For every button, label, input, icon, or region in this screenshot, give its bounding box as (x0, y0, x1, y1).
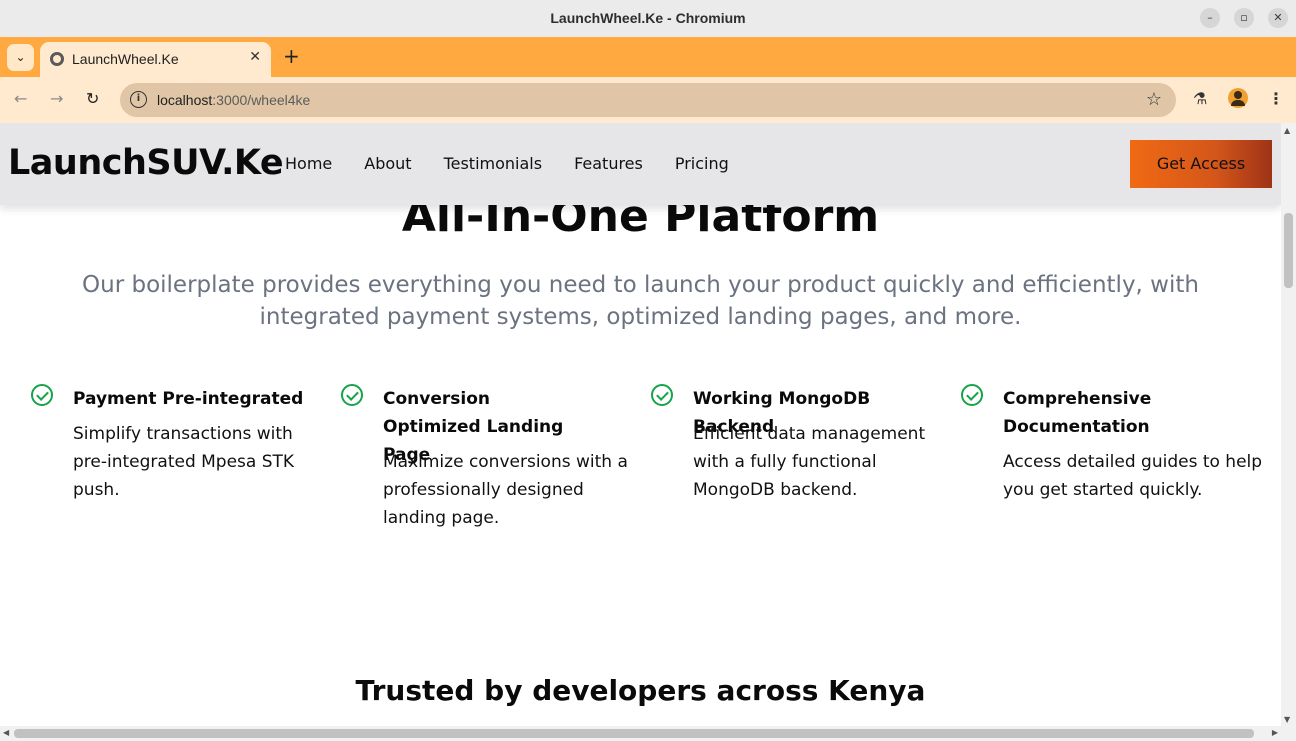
scroll-left-icon[interactable]: ◀ (3, 728, 9, 737)
window-title: LaunchWheel.Ke - Chromium (550, 10, 746, 26)
star-icon[interactable]: ☆ (1146, 89, 1162, 110)
feature-description: Access detailed guides to help you get s… (1003, 452, 1263, 500)
tab-active[interactable]: LaunchWheel.Ke ✕ (40, 42, 271, 77)
window-titlebar: LaunchWheel.Ke - Chromium – ▫ ✕ (0, 0, 1296, 37)
nav-link-features[interactable]: Features (574, 154, 643, 173)
brand-logo[interactable]: LaunchSUV.Ke (8, 143, 284, 183)
vertical-scrollbar[interactable]: ▲ ▼ (1281, 123, 1296, 726)
arrow-left-icon[interactable]: ← (14, 89, 27, 108)
check-circle-icon (341, 384, 363, 406)
globe-icon (50, 52, 64, 66)
tab-strip: ⌄ LaunchWheel.Ke ✕ + (0, 37, 1296, 77)
scroll-right-icon[interactable]: ▶ (1272, 728, 1278, 737)
scrollbar-thumb[interactable] (1284, 213, 1293, 288)
kebab-menu-icon[interactable]: ⋮ (1268, 89, 1284, 108)
check-circle-icon (961, 384, 983, 406)
scrollbar-thumb[interactable] (14, 729, 1254, 738)
arrow-right-icon[interactable]: → (50, 89, 63, 108)
plus-icon[interactable]: + (283, 45, 300, 67)
hero-subtitle: Our boilerplate provides everything you … (82, 272, 1199, 330)
avatar-icon[interactable] (1228, 88, 1248, 108)
url-text: localhost:3000/wheel4ke (157, 92, 311, 108)
scroll-up-icon[interactable]: ▲ (1284, 126, 1290, 135)
close-window-icon[interactable]: ✕ (1268, 8, 1288, 28)
browser-toolbar: ← → ↻ i localhost:3000/wheel4ke ☆ ⚗ ⋮ (0, 77, 1296, 123)
feature-description: Maximize conversions with a professional… (383, 452, 628, 528)
feature-description: Efficient data management with a fully f… (693, 424, 926, 500)
close-icon[interactable]: ✕ (249, 49, 261, 65)
check-circle-icon (651, 384, 673, 406)
tab-title: LaunchWheel.Ke (72, 51, 179, 67)
minimize-icon[interactable]: – (1200, 8, 1220, 28)
feature-title: Comprehensive Documentation (1003, 389, 1152, 437)
feature-title: Payment Pre-integrated (73, 389, 304, 409)
check-circle-icon (31, 384, 53, 406)
feature-description: Simplify transactions with pre-integrate… (73, 424, 295, 500)
trusted-heading: Trusted by developers across Kenya (355, 674, 926, 707)
scroll-down-icon[interactable]: ▼ (1284, 715, 1290, 724)
page-viewport: All-In-One Platform LaunchSUV.Ke Home Ab… (0, 123, 1281, 726)
address-bar[interactable]: i localhost:3000/wheel4ke ☆ (120, 83, 1176, 117)
maximize-icon[interactable]: ▫ (1234, 8, 1254, 28)
nav-links: Home About Testimonials Features Pricing (285, 154, 761, 173)
horizontal-scrollbar[interactable]: ◀ ▶ (0, 726, 1296, 741)
flask-icon[interactable]: ⚗ (1193, 89, 1207, 108)
nav-link-home[interactable]: Home (285, 154, 332, 173)
nav-link-testimonials[interactable]: Testimonials (444, 154, 543, 173)
chevron-down-icon[interactable]: ⌄ (7, 44, 34, 71)
nav-link-pricing[interactable]: Pricing (675, 154, 729, 173)
nav-link-about[interactable]: About (364, 154, 411, 173)
reload-icon[interactable]: ↻ (86, 89, 99, 108)
info-icon[interactable]: i (130, 91, 147, 108)
site-navbar: LaunchSUV.Ke Home About Testimonials Fea… (0, 123, 1281, 205)
get-access-button[interactable]: Get Access (1130, 140, 1272, 188)
